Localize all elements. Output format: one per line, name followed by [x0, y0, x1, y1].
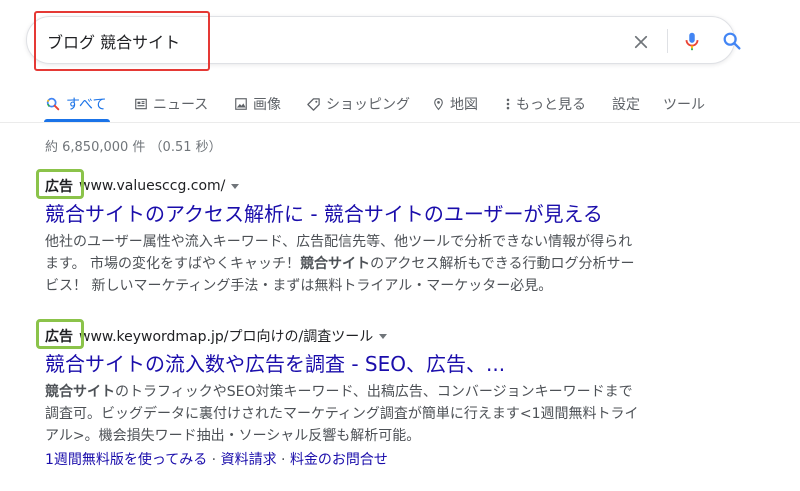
- voice-search-button[interactable]: [680, 29, 704, 53]
- tab-label: ツール: [663, 97, 705, 113]
- ad-header: 広告 www.valuesccg.com/: [45, 174, 685, 198]
- tab-label: 地図: [450, 97, 478, 113]
- tab-label: 画像: [253, 97, 281, 113]
- ad-desc-bold: 競合サイト: [45, 384, 115, 400]
- ad-desc-line: 競合サイトのトラフィックやSEO対策キーワード、出稿広告、コンバージョンキーワー…: [45, 381, 685, 403]
- tab-shopping[interactable]: ショッピング: [306, 90, 410, 118]
- image-icon: [234, 97, 248, 111]
- sitelink-separator: ·: [207, 452, 221, 468]
- search-icon: [45, 96, 61, 112]
- ad-desc-text: ます。 市場の変化をすばやくキャッチ！: [45, 256, 301, 272]
- sitelink-trial[interactable]: 1週間無料版を使ってみる: [45, 452, 207, 468]
- chevron-down-icon[interactable]: [231, 183, 240, 189]
- tab-news[interactable]: ニュース: [134, 90, 208, 118]
- ad-desc-line: 他社のユーザー属性や流入キーワード、広告配信先等、他ツールで分析できない情報が得…: [45, 234, 633, 250]
- tag-icon: [306, 97, 321, 112]
- more-vert-icon: [505, 97, 511, 111]
- sitelink-brochure[interactable]: 資料請求: [221, 452, 277, 468]
- search-icon: [723, 32, 741, 50]
- tab-settings[interactable]: 設定: [612, 90, 640, 118]
- tab-label: ニュース: [153, 97, 209, 113]
- ad-badge: 広告: [45, 329, 73, 345]
- tab-all[interactable]: すべて: [45, 90, 106, 118]
- ad-desc-line: ます。 市場の変化をすばやくキャッチ！競合サイトのアクセス解析もできる行動ログ分…: [45, 253, 685, 275]
- tab-more[interactable]: もっと見る: [505, 90, 586, 118]
- ad-desc-line: ビス！ 新しいマーケティング手法・まずは無料トライアル・マーケッター必見。: [45, 278, 553, 294]
- tab-label: もっと見る: [516, 97, 586, 113]
- sitelink-pricing[interactable]: 料金のお問合せ: [290, 452, 388, 468]
- tab-images[interactable]: 画像: [234, 90, 281, 118]
- ad-desc-text: のトラフィックやSEO対策キーワード、出稿広告、コンバージョンキーワードまで: [115, 384, 633, 400]
- ad-header: 広告 www.keywordmap.jp/プロ向けの/調査ツール: [45, 324, 685, 348]
- ad-desc-bold: 競合サイト: [300, 256, 371, 272]
- tab-tools[interactable]: ツール: [663, 90, 705, 118]
- ad-description: 競合サイトのトラフィックやSEO対策キーワード、出稿広告、コンバージョンキーワー…: [45, 381, 685, 447]
- tab-label: ショッピング: [326, 97, 410, 113]
- ad-result: 広告 www.keywordmap.jp/プロ向けの/調査ツール 競合サイトの流…: [45, 324, 685, 471]
- clear-search-button[interactable]: [629, 30, 653, 54]
- ad-display-url[interactable]: www.valuesccg.com/: [79, 178, 225, 194]
- search-button[interactable]: [720, 29, 744, 53]
- ad-result: 広告 www.valuesccg.com/ 競合サイトのアクセス解析に - 競合…: [45, 174, 685, 297]
- ad-desc-line: アル>。機会損失ワード抽出・ソーシャル反響も解析可能。: [45, 428, 421, 444]
- search-input[interactable]: [47, 29, 567, 53]
- sitelink-separator: ·: [276, 452, 290, 468]
- ad-title-link[interactable]: 競合サイトの流入数や広告を調査 - SEO、広告、...: [45, 351, 685, 377]
- search-tabs: すべて ニュース 画像 ショッピング 地図 もっと見る 設定 ツール: [0, 84, 800, 122]
- news-icon: [134, 97, 148, 111]
- map-pin-icon: [432, 96, 445, 112]
- tab-maps[interactable]: 地図: [432, 90, 478, 118]
- tab-label: 設定: [612, 97, 640, 113]
- tabs-divider: [0, 122, 800, 123]
- ad-badge: 広告: [45, 179, 73, 195]
- close-icon: [634, 35, 648, 49]
- microphone-icon: [685, 32, 699, 51]
- ad-sitelinks: 1週間無料版を使ってみる · 資料請求 · 料金のお問合せ: [45, 449, 685, 471]
- ad-desc-text: のアクセス解析もできる行動ログ分析サー: [370, 256, 635, 272]
- tab-label: すべて: [66, 97, 107, 113]
- ad-display-url[interactable]: www.keywordmap.jp/プロ向けの/調査ツール: [79, 326, 373, 346]
- search-box[interactable]: [26, 16, 741, 64]
- ad-description: 他社のユーザー属性や流入キーワード、広告配信先等、他ツールで分析できない情報が得…: [45, 231, 685, 297]
- ad-desc-line: 調査可。ビッグデータに裏付けされたマーケティング調査が簡単に行えます<1週間無料…: [45, 406, 639, 422]
- search-box-divider: [667, 29, 668, 53]
- chevron-down-icon[interactable]: [379, 333, 388, 339]
- ad-title-link[interactable]: 競合サイトのアクセス解析に - 競合サイトのユーザーが見える: [45, 201, 685, 227]
- result-stats: 約 6,850,000 件 （0.51 秒）: [45, 140, 222, 155]
